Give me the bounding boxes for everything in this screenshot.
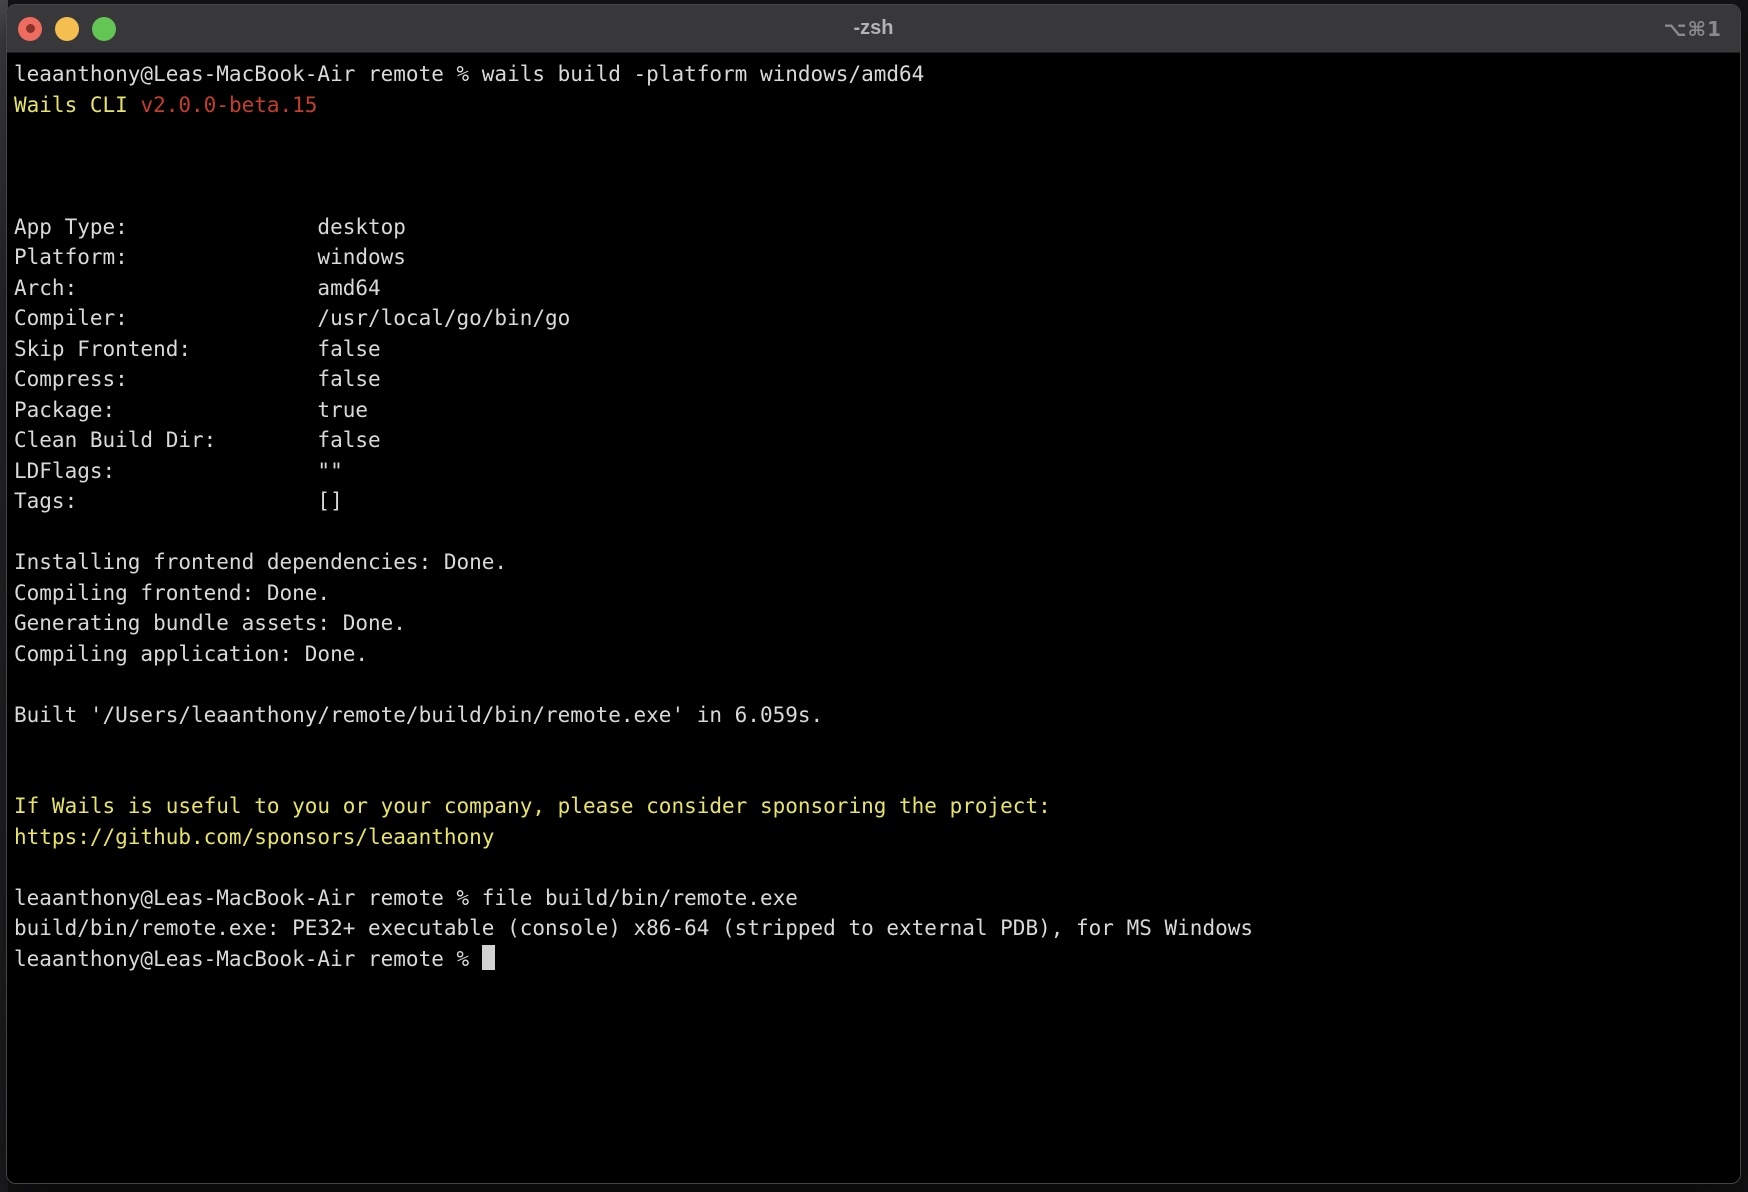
terminal-line: Clean Build Dir: false xyxy=(14,425,1734,456)
terminal-line: Compiling application: Done. xyxy=(14,639,1734,670)
terminal-text-segment: App Type: desktop xyxy=(14,215,406,239)
terminal-line: https://github.com/sponsors/leaanthony xyxy=(14,822,1734,853)
window-title: -zsh xyxy=(7,17,1740,40)
terminal-text-segment: Skip Frontend: false xyxy=(14,337,381,361)
terminal-line: Arch: amd64 xyxy=(14,273,1734,304)
terminal-text-segment: leaanthony@Leas-MacBook-Air remote % fil… xyxy=(14,886,798,910)
terminal-line: Generating bundle assets: Done. xyxy=(14,608,1734,639)
terminal-line: Compress: false xyxy=(14,364,1734,395)
terminal-line xyxy=(14,181,1734,212)
terminal-text-segment: leaanthony@Leas-MacBook-Air remote % xyxy=(14,947,482,971)
terminal-window: -zsh ⌥⌘1 leaanthony@Leas-MacBook-Air rem… xyxy=(6,4,1741,1184)
title-bar[interactable]: -zsh ⌥⌘1 xyxy=(7,5,1740,53)
terminal-line: If Wails is useful to you or your compan… xyxy=(14,791,1734,822)
terminal-line xyxy=(14,151,1734,182)
terminal-text-segment: Compress: false xyxy=(14,367,381,391)
terminal-text-segment: Tags: [] xyxy=(14,489,343,513)
traffic-lights xyxy=(7,17,116,41)
terminal-line: App Type: desktop xyxy=(14,212,1734,243)
terminal-text-segment: Clean Build Dir: false xyxy=(14,428,381,452)
terminal-text-segment: Compiler: /usr/local/go/bin/go xyxy=(14,306,570,330)
terminal-line: leaanthony@Leas-MacBook-Air remote % fil… xyxy=(14,883,1734,914)
terminal-output[interactable]: leaanthony@Leas-MacBook-Air remote % wai… xyxy=(7,54,1740,1183)
text-cursor xyxy=(482,945,495,970)
terminal-line xyxy=(14,730,1734,761)
terminal-text-segment: Installing frontend dependencies: Done. xyxy=(14,550,507,574)
terminal-text-segment: Compiling application: Done. xyxy=(14,642,368,666)
terminal-line xyxy=(14,120,1734,151)
terminal-line: leaanthony@Leas-MacBook-Air remote % wai… xyxy=(14,59,1734,90)
terminal-line: Package: true xyxy=(14,395,1734,426)
window-shortcut-badge: ⌥⌘1 xyxy=(1663,17,1722,41)
terminal-text-segment: Generating bundle assets: Done. xyxy=(14,611,406,635)
terminal-text-segment: leaanthony@Leas-MacBook-Air remote % wai… xyxy=(14,62,924,86)
terminal-text-segment: https://github.com/sponsors/leaanthony xyxy=(14,825,494,849)
terminal-line: Wails CLI v2.0.0-beta.15 xyxy=(14,90,1734,121)
terminal-text-segment: Compiling frontend: Done. xyxy=(14,581,330,605)
terminal-line xyxy=(14,761,1734,792)
terminal-line: build/bin/remote.exe: PE32+ executable (… xyxy=(14,913,1734,944)
terminal-line: Tags: [] xyxy=(14,486,1734,517)
terminal-line: Compiling frontend: Done. xyxy=(14,578,1734,609)
zoom-button[interactable] xyxy=(92,17,116,41)
terminal-line: Skip Frontend: false xyxy=(14,334,1734,365)
terminal-line xyxy=(14,852,1734,883)
close-button[interactable] xyxy=(18,17,42,41)
close-button-dot xyxy=(26,24,35,33)
terminal-line: Built '/Users/leaanthony/remote/build/bi… xyxy=(14,700,1734,731)
terminal-line: Installing frontend dependencies: Done. xyxy=(14,547,1734,578)
terminal-line xyxy=(14,669,1734,700)
terminal-text-segment: Package: true xyxy=(14,398,368,422)
terminal-text-segment: build/bin/remote.exe: PE32+ executable (… xyxy=(14,916,1253,940)
terminal-text-segment: Wails CLI xyxy=(14,93,140,117)
terminal-line: LDFlags: "" xyxy=(14,456,1734,487)
terminal-text-segment: Arch: amd64 xyxy=(14,276,381,300)
terminal-text-segment: v2.0.0-beta.15 xyxy=(140,93,317,117)
terminal-line: Compiler: /usr/local/go/bin/go xyxy=(14,303,1734,334)
terminal-text-segment: If Wails is useful to you or your compan… xyxy=(14,794,1051,818)
terminal-text-segment: LDFlags: "" xyxy=(14,459,343,483)
terminal-line xyxy=(14,517,1734,548)
terminal-text-segment: Built '/Users/leaanthony/remote/build/bi… xyxy=(14,703,823,727)
terminal-line: leaanthony@Leas-MacBook-Air remote % xyxy=(14,944,1734,975)
terminal-line: Platform: windows xyxy=(14,242,1734,273)
terminal-text-segment: Platform: windows xyxy=(14,245,406,269)
minimize-button[interactable] xyxy=(55,17,79,41)
